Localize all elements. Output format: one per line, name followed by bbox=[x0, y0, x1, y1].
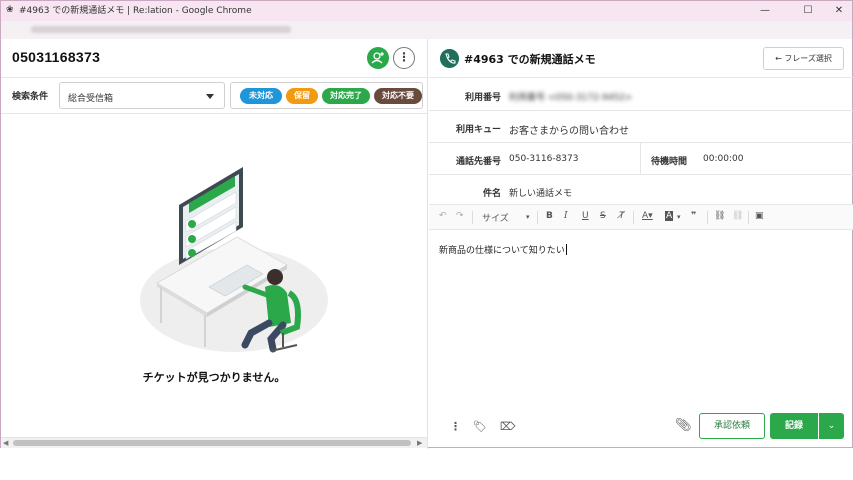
redo-icon[interactable]: ↷ bbox=[456, 211, 464, 221]
toolbar-divider bbox=[748, 211, 749, 224]
status-chip-hold[interactable]: 保留 bbox=[286, 88, 318, 104]
queue-label: 利用キュー bbox=[455, 125, 501, 135]
vertical-dots-icon[interactable]: ⋮ bbox=[450, 420, 461, 433]
add-contact-button[interactable] bbox=[367, 47, 389, 69]
approval-request-button[interactable]: 承認依頼 bbox=[699, 413, 765, 439]
window-title: #4963 での新規通話メモ | Re:lation - Google Chro… bbox=[19, 6, 252, 16]
chevron-down-icon[interactable]: ▾ bbox=[677, 213, 681, 221]
scroll-right-icon[interactable]: ▶ bbox=[417, 439, 422, 447]
usage-number-row: 利用番号 利用番号 <050-3172-9452> bbox=[429, 79, 853, 111]
arrow-left-icon: ← bbox=[775, 54, 782, 63]
link-icon[interactable]: ⛓ bbox=[714, 211, 725, 221]
record-button[interactable]: 記録 bbox=[770, 413, 818, 439]
filter-row: 検索条件 総合受信箱 未対応 保留 対応完了 対応不要 bbox=[1, 79, 427, 114]
blockquote-icon[interactable]: ❞ bbox=[691, 211, 696, 221]
more-options-button[interactable]: ⋮ bbox=[393, 47, 415, 69]
empty-state-illustration bbox=[140, 167, 328, 353]
font-size-select[interactable]: サイズ bbox=[482, 211, 509, 224]
callee-label: 通話先番号 bbox=[455, 157, 501, 167]
chevron-down-icon[interactable]: ▾ bbox=[526, 213, 530, 221]
image-icon[interactable]: ▣ bbox=[755, 211, 764, 221]
ticket-list-pane: 05031168373 ⋮ 検索条件 総合受信箱 未対応 保留 対応完了 対応不… bbox=[1, 39, 428, 449]
filter-label: 検索条件 bbox=[12, 92, 49, 102]
subject-input[interactable]: 新しい通話メモ bbox=[509, 186, 572, 199]
inbox-select[interactable]: 総合受信箱 bbox=[59, 82, 225, 109]
field-divider bbox=[640, 143, 641, 175]
chevron-down-icon bbox=[206, 94, 214, 99]
bold-icon[interactable]: B bbox=[546, 211, 553, 221]
usage-number-value: 利用番号 <050-3172-9452> bbox=[509, 93, 633, 103]
background-color-icon[interactable]: A bbox=[665, 211, 674, 221]
queue-row: 利用キュー お客さまからの問い合わせ bbox=[429, 111, 853, 143]
record-options-button[interactable]: ⌄ bbox=[819, 413, 844, 439]
toolbar-divider bbox=[633, 211, 634, 224]
callee-value: 050-3116-8373 bbox=[509, 154, 579, 164]
usage-number-label: 利用番号 bbox=[464, 93, 501, 103]
close-icon[interactable]: ✕ bbox=[827, 1, 851, 21]
subject-label: 件名 bbox=[482, 189, 501, 199]
editor-toolbar: ↶ ↷ サイズ ▾ B I U S T̸ A▾ A ▾ ❞ ⛓ ⛓ ▣ bbox=[429, 205, 853, 230]
left-header: 05031168373 ⋮ bbox=[1, 39, 427, 78]
vertical-dots-icon: ⋮ bbox=[398, 50, 410, 64]
blurred-url bbox=[31, 26, 291, 33]
wait-time-value: 00:00:00 bbox=[703, 154, 744, 164]
phone-number-title: 05031168373 bbox=[12, 49, 101, 65]
phrase-select-label: フレーズ選択 bbox=[784, 54, 832, 63]
status-chip-done[interactable]: 対応完了 bbox=[322, 88, 370, 104]
scrollbar-thumb[interactable] bbox=[13, 440, 411, 446]
toolbar-divider bbox=[707, 211, 708, 224]
status-filter: 未対応 保留 対応完了 対応不要 bbox=[230, 82, 423, 109]
underline-icon[interactable]: U bbox=[582, 211, 589, 221]
chevron-down-icon: ⌄ bbox=[827, 421, 836, 431]
maximize-icon[interactable]: ☐ bbox=[796, 1, 820, 21]
title-bar: ❀ #4963 での新規通話メモ | Re:lation - Google Ch… bbox=[1, 1, 852, 21]
queue-value: お客さまからの問い合わせ bbox=[509, 126, 629, 137]
minimize-icon[interactable]: — bbox=[753, 1, 777, 21]
paperclip-icon[interactable]: 📎︎ bbox=[675, 418, 692, 433]
memo-body-text: 新商品の仕様について知りたい bbox=[439, 246, 565, 256]
horizontal-scrollbar[interactable]: ◀ ▶ bbox=[1, 437, 427, 448]
browser-window: ❀ #4963 での新規通話メモ | Re:lation - Google Ch… bbox=[0, 0, 853, 449]
right-header: #4963 での新規通話メモ ← フレーズ選択 bbox=[429, 39, 853, 78]
memo-title: #4963 での新規通話メモ bbox=[464, 53, 596, 66]
relation-icon: ❀ bbox=[6, 5, 14, 15]
toolbar-divider bbox=[537, 211, 538, 224]
status-chip-unhandled[interactable]: 未対応 bbox=[240, 88, 282, 104]
strikethrough-icon[interactable]: S bbox=[600, 211, 606, 221]
inbox-select-value: 総合受信箱 bbox=[68, 94, 114, 104]
status-chip-unneeded[interactable]: 対応不要 bbox=[374, 88, 422, 104]
person-add-icon bbox=[371, 52, 384, 64]
subject-row: 件名 新しい通話メモ bbox=[429, 175, 853, 205]
tag-icon[interactable]: 🏷︎ bbox=[473, 420, 487, 433]
scroll-left-icon[interactable]: ◀ bbox=[3, 439, 8, 447]
phone-icon bbox=[440, 49, 459, 68]
bottom-action-bar: ⋮ 🏷︎ ⌦ 📎︎ 承認依頼 記録 ⌄ bbox=[429, 409, 853, 449]
phrase-select-button[interactable]: ← フレーズ選択 bbox=[763, 47, 844, 70]
unlink-icon[interactable]: ⛓ bbox=[732, 211, 743, 221]
label-icon[interactable]: ⌦ bbox=[500, 420, 516, 433]
address-bar[interactable] bbox=[1, 21, 852, 39]
italic-icon[interactable]: I bbox=[564, 211, 568, 221]
clear-format-icon[interactable]: T̸ bbox=[619, 211, 625, 221]
wait-time-label: 待機時間 bbox=[651, 157, 688, 167]
toolbar-divider bbox=[472, 211, 473, 224]
empty-state-message: チケットが見つかりません。 bbox=[142, 371, 286, 384]
memo-editor[interactable]: 新商品の仕様について知りたい bbox=[439, 243, 567, 256]
text-cursor bbox=[565, 244, 567, 255]
text-color-icon[interactable]: A▾ bbox=[642, 211, 653, 221]
undo-icon[interactable]: ↶ bbox=[439, 211, 447, 221]
call-memo-pane: #4963 での新規通話メモ ← フレーズ選択 利用番号 利用番号 <050-3… bbox=[429, 39, 853, 449]
callee-row: 通話先番号 050-3116-8373 待機時間 00:00:00 bbox=[429, 143, 853, 175]
